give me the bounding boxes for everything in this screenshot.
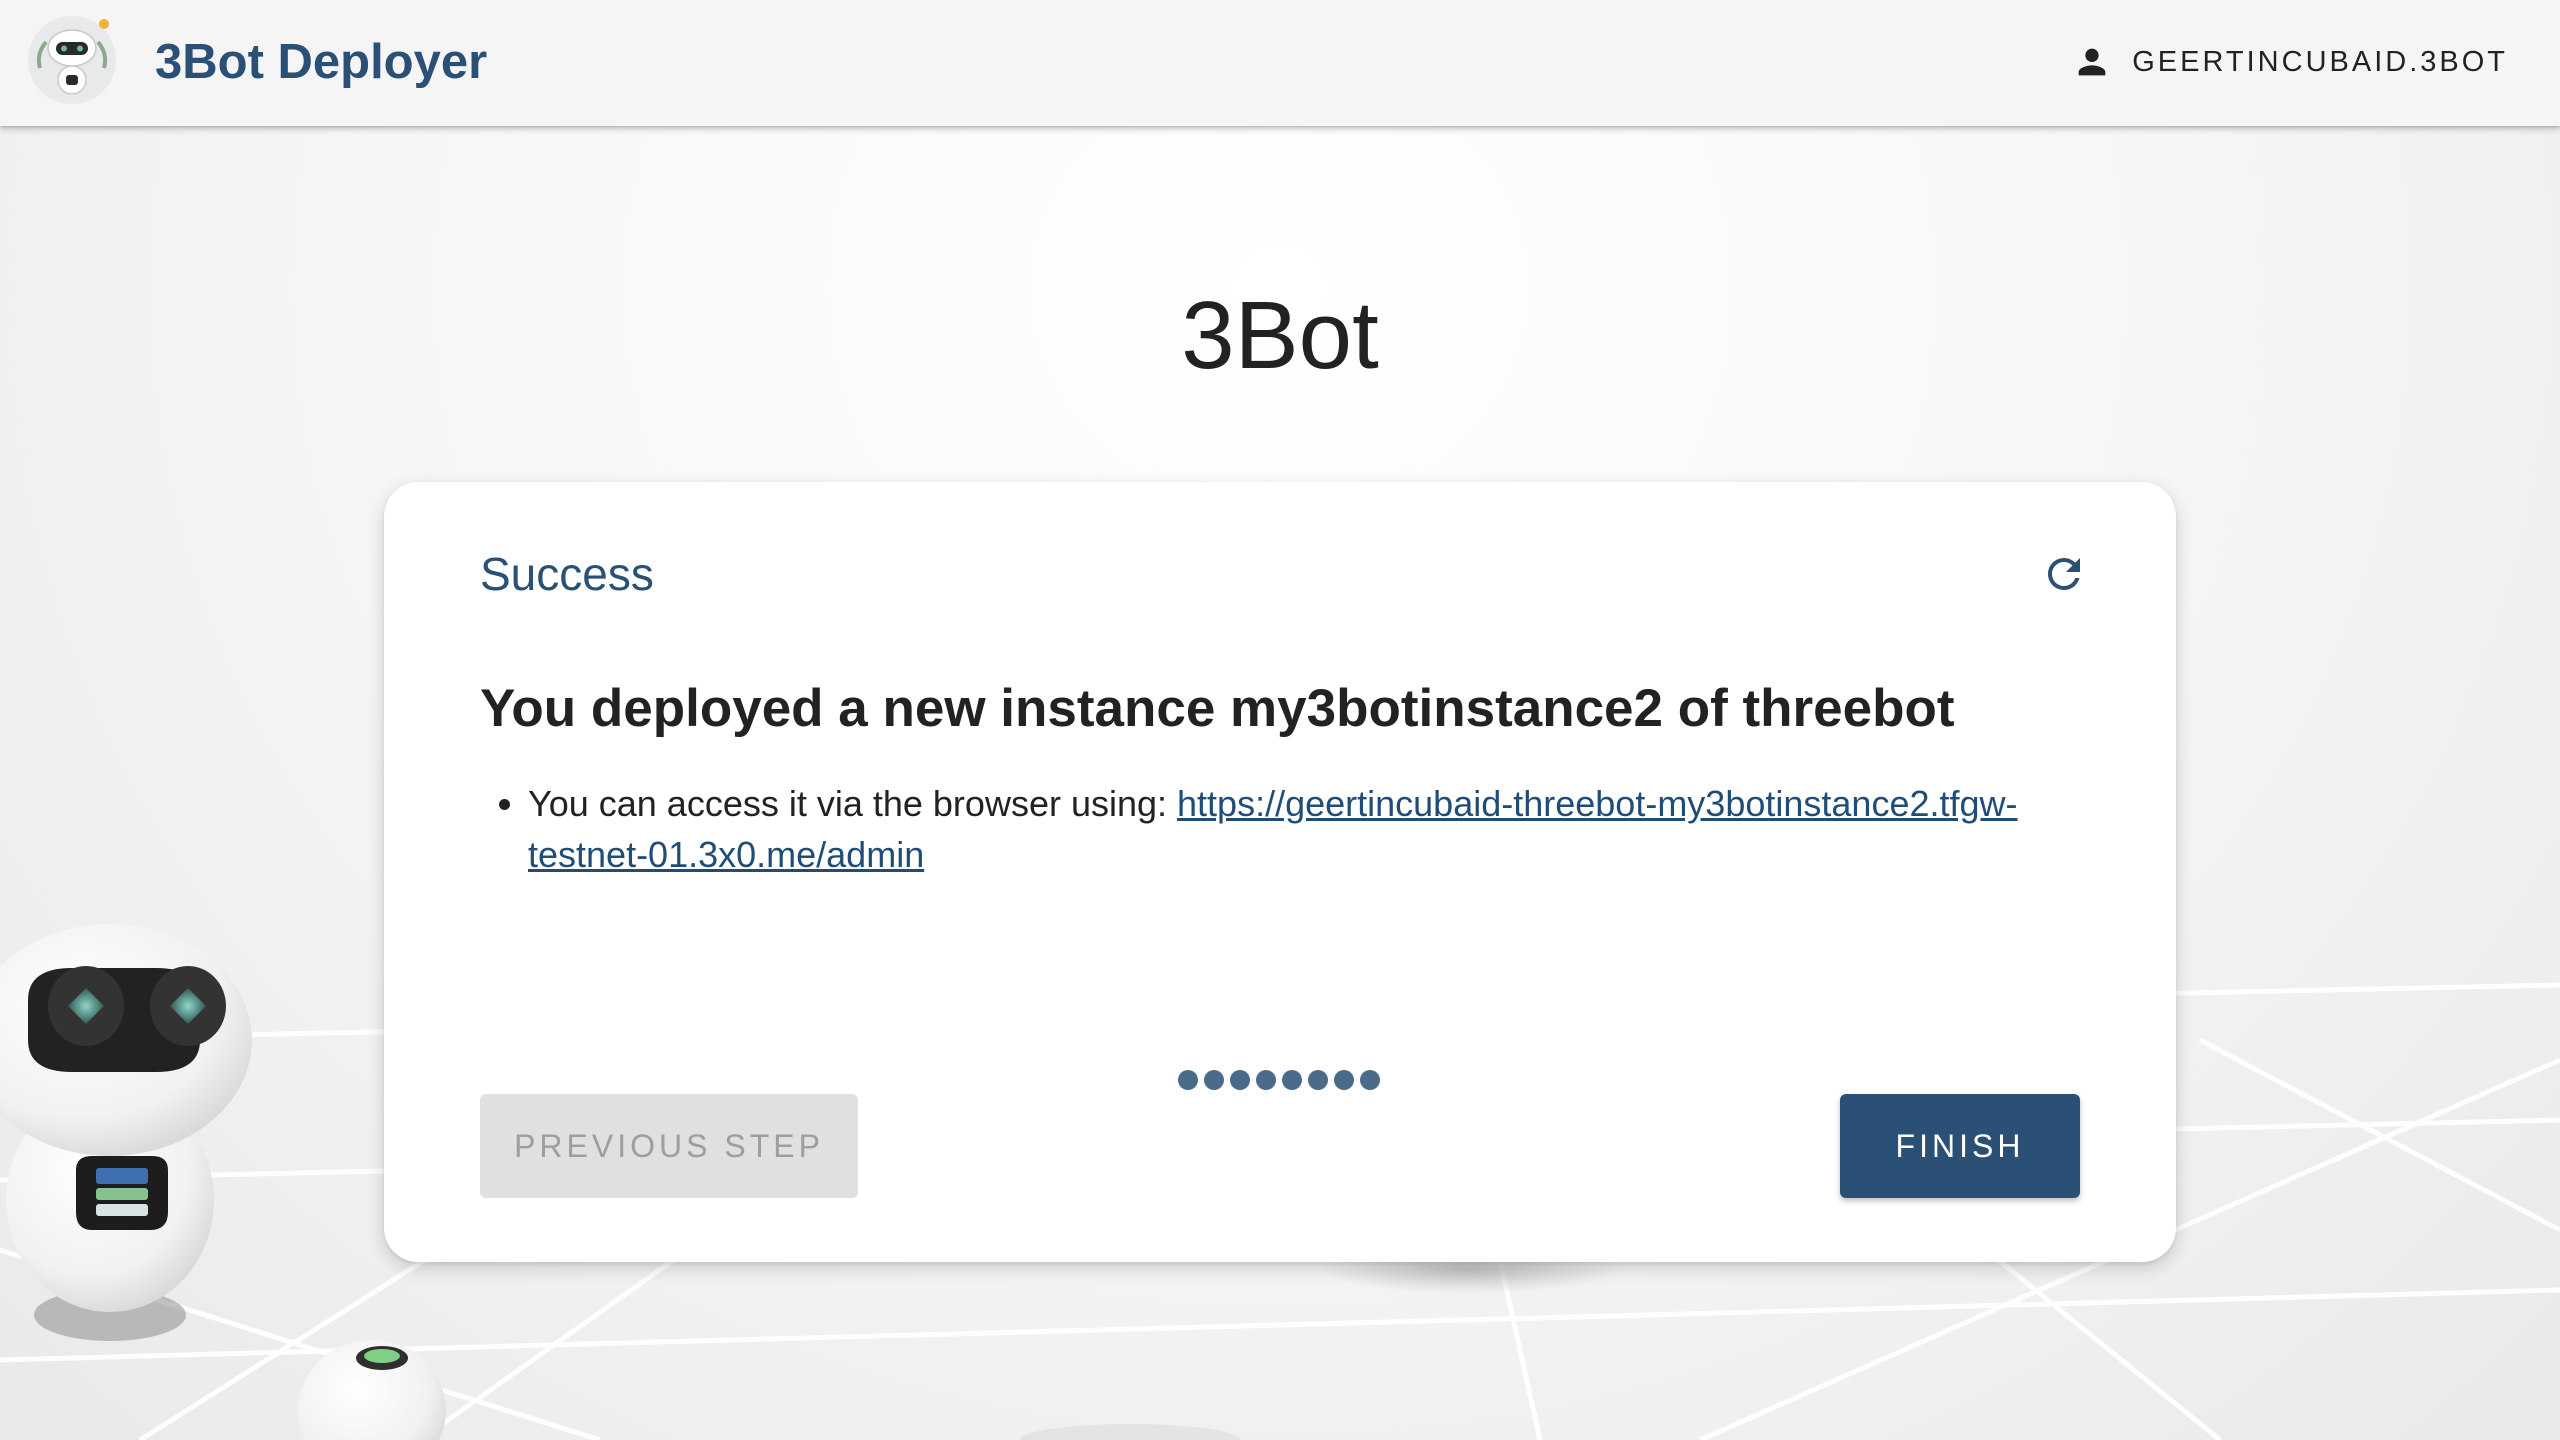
step-dot <box>1204 1070 1224 1090</box>
step-title: Success <box>480 548 654 600</box>
finish-button[interactable]: FINISH <box>1840 1094 2080 1198</box>
person-icon <box>2078 48 2106 76</box>
page-title: 3Bot <box>1181 282 1379 389</box>
step-dot <box>1282 1070 1302 1090</box>
user-account-button[interactable]: GEERTINCUBAID.3BOT <box>2072 34 2508 90</box>
access-text: You can access it via the browser using: <box>528 783 1178 824</box>
app-title[interactable]: 3Bot Deployer <box>155 30 487 94</box>
refresh-icon <box>2048 558 2080 590</box>
refresh-button[interactable] <box>2040 550 2088 598</box>
step-dot <box>1230 1070 1250 1090</box>
user-account-label: GEERTINCUBAID.3BOT <box>2132 45 2508 78</box>
step-dot <box>1178 1070 1198 1090</box>
app-bar: 3Bot Deployer GEERTINCUBAID.3BOT <box>0 0 2560 126</box>
step-dot <box>1256 1070 1276 1090</box>
list-item: You can access it via the browser using:… <box>528 778 2128 880</box>
deployment-details-list: You can access it via the browser using:… <box>480 778 2128 880</box>
step-progress-indicator <box>1178 1070 1380 1092</box>
step-dot <box>1308 1070 1328 1090</box>
previous-step-button[interactable]: PREVIOUS STEP <box>480 1094 858 1198</box>
robot-logo-icon[interactable] <box>26 14 118 106</box>
deployment-card: Success You deployed a new instance my3b… <box>384 482 2176 1262</box>
deployment-result-heading: You deployed a new instance my3botinstan… <box>480 679 1955 738</box>
step-dot <box>1334 1070 1354 1090</box>
step-dot <box>1360 1070 1380 1090</box>
